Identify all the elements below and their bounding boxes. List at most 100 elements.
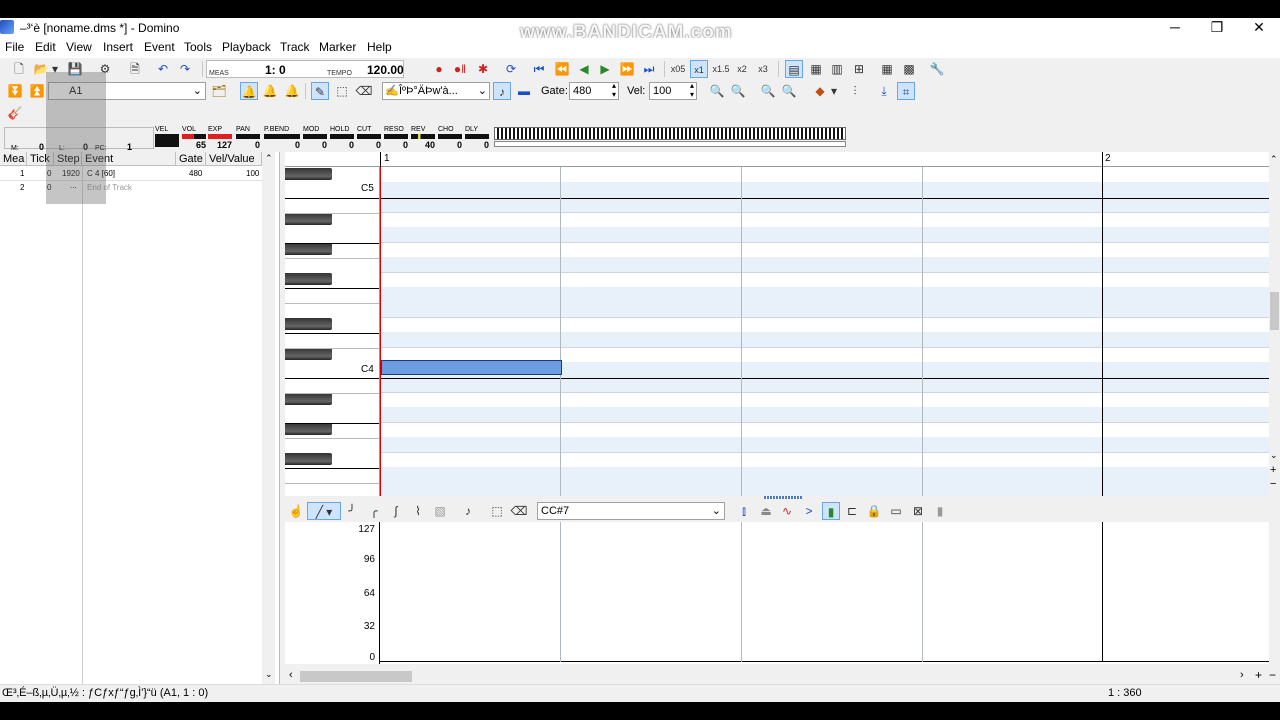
pointer-tool-icon[interactable]: ☝	[287, 502, 305, 520]
export-icon[interactable]: 🗎	[126, 60, 144, 78]
scroll-down-icon[interactable]: ⌄	[1270, 450, 1278, 461]
gate-input[interactable]: 480 ▴ ▾	[569, 81, 619, 100]
settings-tool-icon[interactable]: 🔧	[928, 60, 946, 78]
scroll-left-icon[interactable]: ‹	[289, 669, 293, 681]
mixer-slider-pan[interactable]	[236, 134, 260, 139]
loop-icon[interactable]: ⟳	[502, 60, 520, 78]
zoom-out-horizontal-icon[interactable]: −	[1269, 668, 1276, 682]
lock-icon[interactable]: 🔒	[865, 502, 883, 520]
curve-tool-3-icon[interactable]: ∫	[387, 502, 405, 520]
undo-icon[interactable]: ↶	[154, 60, 172, 78]
menu-playback[interactable]: Playback	[222, 40, 271, 54]
key-icon[interactable]: ⌗	[897, 82, 915, 100]
record-icon[interactable]: ●	[430, 60, 448, 78]
curve-tool-1-icon[interactable]: ╯	[343, 502, 361, 520]
zoom-in-vertical-icon[interactable]: +	[1270, 464, 1276, 476]
menu-insert[interactable]: Insert	[103, 40, 133, 54]
mixer-slider-reso[interactable]	[384, 134, 408, 139]
track-folder-icon[interactable]: 🗂	[210, 82, 228, 100]
restore-button[interactable]: ❐	[1194, 18, 1240, 38]
spinner-icon[interactable]: ▴ ▾	[690, 81, 694, 99]
eraser-tool-icon[interactable]: ⌫	[355, 82, 373, 100]
mixer-slider-rev[interactable]	[411, 134, 435, 139]
black-key[interactable]	[285, 243, 332, 255]
mixer-slider-dly[interactable]	[465, 134, 489, 139]
wave-icon[interactable]: ∿	[778, 502, 796, 520]
black-key[interactable]	[285, 168, 332, 180]
mixer-slider-cut[interactable]	[357, 134, 381, 139]
piano-roll[interactable]: 1 2 C5 C4	[285, 152, 1269, 496]
zoom-x3-button[interactable]: x3	[754, 60, 772, 78]
quantize-dropdown-icon[interactable]: ▾	[829, 82, 839, 100]
list-view-icon[interactable]: ▤	[785, 60, 803, 78]
align-icon[interactable]: ⫶	[846, 82, 864, 100]
text-frame-icon[interactable]: ⊠	[909, 502, 927, 520]
select-tool-icon[interactable]: ⬚	[333, 82, 351, 100]
black-key[interactable]	[285, 453, 332, 465]
go-to-end-icon[interactable]: ⏭	[640, 60, 658, 78]
black-key[interactable]	[285, 393, 332, 405]
scroll-up-icon[interactable]: ⌃	[265, 153, 273, 164]
window-icon[interactable]: ⊞	[850, 60, 868, 78]
zoom-x15-button[interactable]: x1.5	[710, 60, 732, 78]
zoom-x2-button[interactable]: x2	[733, 60, 751, 78]
close-button[interactable]: ✕	[1236, 18, 1280, 38]
record-pause-icon[interactable]: ●‖	[451, 60, 469, 78]
mute-icon[interactable]: 🔔	[240, 82, 258, 100]
black-key[interactable]	[285, 423, 332, 435]
controller-grid[interactable]	[380, 522, 1269, 662]
gray-block-icon[interactable]: ▮	[931, 502, 949, 520]
mini-keyboard[interactable]	[494, 127, 846, 140]
curve-tool-2-icon[interactable]: ╭	[365, 502, 383, 520]
zoom-x05-button[interactable]: x05	[668, 60, 688, 78]
mixer-slider-cho[interactable]	[438, 134, 462, 139]
zoom-out-vertical-icon[interactable]: −	[1270, 478, 1276, 490]
solo-icon[interactable]: 🔔	[261, 82, 279, 100]
header-vel-value[interactable]: Vel/Value	[206, 152, 262, 166]
menu-track[interactable]: Track	[280, 40, 310, 54]
transform-tool-icon[interactable]: ♪	[459, 502, 477, 520]
grid-icon[interactable]: ▦	[878, 60, 896, 78]
frame-icon[interactable]: ▭	[887, 502, 905, 520]
meter-icon[interactable]: ▩	[900, 60, 918, 78]
scroll-right-icon[interactable]: ›	[1240, 669, 1244, 681]
quantize-icon[interactable]: ◆	[811, 82, 829, 100]
zoom-in-horizontal-icon[interactable]: +	[1255, 668, 1262, 682]
piano-roll-vscrollbar[interactable]: ⌃ ⌄ + −	[1269, 152, 1280, 496]
input-mode-select[interactable]: ✍ ÎºÞ°ÄÞw'à... ⌄	[382, 82, 490, 100]
menu-marker[interactable]: Marker	[319, 40, 356, 54]
bar-graph-icon[interactable]: ⫾	[735, 502, 753, 520]
track-view-icon[interactable]: ▦	[807, 60, 825, 78]
redo-icon[interactable]: ↷	[176, 60, 194, 78]
record-arm-icon[interactable]: 🔔	[283, 82, 301, 100]
mixer-slider-pbend[interactable]	[264, 134, 300, 139]
menu-file[interactable]: File	[5, 40, 24, 54]
pen-grid-icon[interactable]: ⊏	[843, 502, 861, 520]
zoom-fit-icon[interactable]: 🔍	[759, 82, 777, 100]
cc-select[interactable]: CC#7 ⌄	[537, 502, 725, 520]
black-key[interactable]	[285, 213, 332, 225]
go-to-start-icon[interactable]: ⏮	[530, 60, 548, 78]
zoom-x1-button[interactable]: x1	[690, 60, 708, 78]
zoom-out-icon[interactable]: 🔍	[729, 82, 747, 100]
mixer-slider-vol[interactable]	[182, 134, 206, 139]
minimize-button[interactable]: ─	[1152, 18, 1198, 38]
measure-ruler[interactable]: 1 2	[285, 152, 1269, 167]
spinner-icon[interactable]: ▴ ▾	[612, 81, 616, 99]
event-list-scrollbar[interactable]: ⌃ ⌄	[262, 152, 275, 684]
fast-forward-icon[interactable]: ⏩	[618, 60, 636, 78]
scroll-thumb[interactable]	[1270, 292, 1279, 330]
line-tool-icon[interactable]: ╱ ▾	[307, 502, 341, 520]
hscroll-thumb[interactable]	[300, 671, 412, 682]
event-list[interactable]: Mea Tick Step Event Gate Vel/Value ⌃ ⌄ 1…	[0, 152, 280, 684]
header-mea[interactable]: Mea	[0, 152, 27, 166]
menu-event[interactable]: Event	[144, 40, 175, 54]
select-area-icon[interactable]: ⬚	[488, 502, 506, 520]
controller-pane[interactable]: 127 96 64 32 0	[285, 522, 1269, 664]
scroll-down-icon[interactable]: ⌄	[265, 669, 273, 680]
zoom-in-icon[interactable]: 🔍	[708, 82, 726, 100]
track-down-icon[interactable]: ⏬	[6, 82, 24, 100]
menu-help[interactable]: Help	[367, 40, 392, 54]
stamp-icon[interactable]: ⏏	[757, 502, 775, 520]
level-meter-icon[interactable]: ▮	[822, 502, 840, 520]
